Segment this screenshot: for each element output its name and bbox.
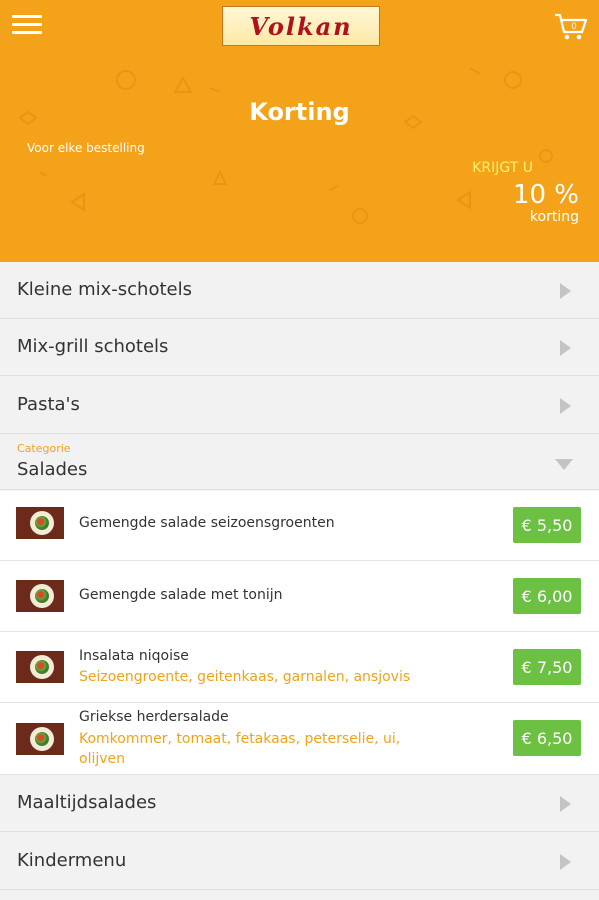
chevron-right-icon (560, 340, 571, 356)
add-to-cart-price-button[interactable]: € 6,00 (513, 578, 581, 614)
promo-label: KRIJGT U (472, 160, 533, 176)
promo-discount-value: 10 % (512, 180, 579, 210)
item-name: Insalata niqoise (79, 648, 189, 664)
category-label: Mix-grill schotels (17, 336, 169, 357)
menu-item[interactable]: Gemengde salade met tonijn € 6,00 (0, 561, 599, 632)
chevron-right-icon (560, 796, 571, 812)
item-name: Gemengde salade seizoensgroenten (79, 515, 335, 531)
shopping-cart-icon[interactable]: 0 (554, 12, 588, 42)
category-header-salades[interactable]: Categorie Salades (0, 434, 599, 490)
restaurant-logo[interactable]: Volkan (222, 6, 380, 46)
cart-count: 0 (571, 21, 576, 31)
promo-subtitle: Voor elke bestelling (27, 141, 145, 155)
menu-item[interactable]: Gemengde salade seizoensgroenten € 5,50 (0, 491, 599, 561)
promo-title: Korting (249, 98, 350, 126)
chevron-right-icon (560, 283, 571, 299)
category-row-pastas[interactable]: Pasta's (0, 377, 599, 434)
decorative-pattern (18, 67, 553, 224)
hamburger-menu-icon[interactable] (12, 12, 42, 38)
category-label: Kleine mix-schotels (17, 279, 192, 300)
category-row-mix-grill-schotels[interactable]: Mix-grill schotels (0, 319, 599, 376)
food-thumbnail (16, 507, 64, 539)
food-thumbnail (16, 723, 64, 755)
category-label: Kindermenu (17, 850, 127, 871)
item-name: Griekse herdersalade (79, 709, 229, 725)
promo-discount-unit: korting (529, 209, 579, 225)
add-to-cart-price-button[interactable]: € 7,50 (513, 649, 581, 685)
category-row-kleine-mix-schotels[interactable]: Kleine mix-schotels (0, 262, 599, 319)
menu-item[interactable]: Griekse herdersalade Komkommer, tomaat, … (0, 703, 599, 775)
category-caption: Categorie (17, 442, 71, 455)
category-label: Salades (17, 459, 88, 480)
add-to-cart-price-button[interactable]: € 5,50 (513, 507, 581, 543)
category-row-kindermenu[interactable]: Kindermenu (0, 833, 599, 890)
food-thumbnail (16, 580, 64, 612)
logo-text: Volkan (249, 11, 353, 41)
chevron-down-icon (555, 459, 573, 470)
category-label: Pasta's (17, 394, 80, 415)
menu-item[interactable]: Insalata niqoise Seizoengroente, geitenk… (0, 632, 599, 703)
item-description: Seizoengroente, geitenkaas, garnalen, an… (79, 669, 411, 685)
category-label: Maaltijdsalades (17, 792, 157, 813)
item-name: Gemengde salade met tonijn (79, 587, 283, 603)
add-to-cart-price-button[interactable]: € 6,50 (513, 720, 581, 756)
item-description: Komkommer, tomaat, fetakaas, peterselie,… (79, 731, 401, 767)
category-row-maaltijdsalades[interactable]: Maaltijdsalades (0, 775, 599, 832)
chevron-right-icon (560, 854, 571, 870)
chevron-right-icon (560, 398, 571, 414)
promo-header: Volkan 0 Korting Voor elke bestelling KR… (0, 0, 599, 262)
food-thumbnail (16, 651, 64, 683)
top-bar: Volkan 0 (0, 0, 599, 52)
